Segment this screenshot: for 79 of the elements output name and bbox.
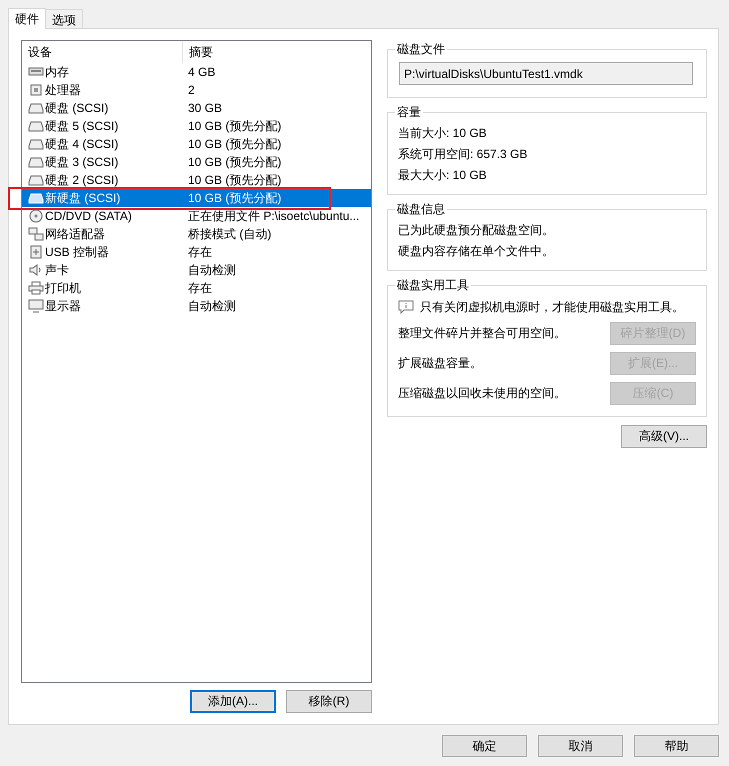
column-header[interactable]: 摘要: [183, 41, 213, 63]
device-name: 硬盘 4 (SCSI): [45, 136, 118, 152]
device-row[interactable]: CD/DVD (SATA) 正在使用文件 P:\isoetc\ubuntu...: [22, 207, 371, 225]
device-row[interactable]: 网络适配器 桥接模式 (自动): [22, 225, 371, 243]
network-icon: [28, 227, 44, 241]
capacity-text: 当前大小: 10 GB: [398, 125, 488, 142]
device-row[interactable]: 声卡 自动检测: [22, 261, 371, 279]
device-summary: 自动检测: [187, 262, 236, 278]
device-name: USB 控制器: [45, 244, 110, 260]
action-description: 整理文件碎片并整合可用空间。: [398, 324, 566, 342]
dialog-button[interactable]: 帮助: [634, 735, 719, 757]
group-title: 磁盘文件: [396, 41, 446, 58]
device-summary: 存在: [187, 244, 212, 260]
device-summary: 30 GB: [187, 101, 222, 115]
info-icon: [398, 300, 414, 314]
path-field[interactable]: P:\virtualDisks\UbuntuTest1.vmdk: [399, 62, 693, 85]
device-summary: 10 GB (预先分配): [187, 136, 282, 152]
chip-icon: [28, 83, 44, 97]
drive-icon: [28, 155, 44, 169]
group-title: 磁盘信息: [396, 201, 446, 218]
device-name: 处理器: [45, 82, 81, 98]
list-button[interactable]: 添加(A)...: [190, 690, 276, 713]
device-summary: 自动检测: [187, 298, 236, 314]
device-row[interactable]: 新硬盘 (SCSI) 10 GB (预先分配): [22, 189, 371, 207]
device-row[interactable]: 硬盘 5 (SCSI) 10 GB (预先分配): [22, 117, 371, 135]
device-row[interactable]: 打印机 存在: [22, 279, 371, 297]
device-summary: 2: [187, 83, 195, 97]
device-summary: 4 GB: [187, 65, 216, 79]
device-summary: 10 GB (预先分配): [187, 118, 282, 134]
device-summary: 10 GB (预先分配): [187, 154, 282, 170]
drive-icon: [28, 137, 44, 151]
device-row[interactable]: 硬盘 (SCSI) 30 GB: [22, 99, 371, 117]
device-name: 硬盘 (SCSI): [45, 100, 108, 116]
device-summary: 存在: [187, 280, 212, 296]
device-summary: 10 GB (预先分配): [187, 190, 282, 206]
capacity-text: 最大大小: 10 GB: [398, 167, 488, 184]
device-summary: 10 GB (预先分配): [187, 172, 282, 188]
device-name: 硬盘 2 (SCSI): [45, 172, 118, 188]
device-row[interactable]: 处理器 2: [22, 81, 371, 99]
advanced-button[interactable]: 高级(V)...: [621, 425, 707, 448]
column-header[interactable]: 设备: [22, 41, 183, 63]
drive-icon: [28, 119, 44, 133]
action-description: 扩展磁盘容量。: [398, 354, 482, 372]
device-name: 声卡: [45, 262, 69, 278]
tab[interactable]: 选项: [45, 9, 83, 28]
drive-icon: [28, 101, 44, 115]
capacity-text: 系统可用空间: 657.3 GB: [398, 146, 528, 163]
device-row[interactable]: 硬盘 2 (SCSI) 10 GB (预先分配): [22, 171, 371, 189]
drive-icon: [28, 191, 44, 205]
device-row[interactable]: 显示器 自动检测: [22, 297, 371, 315]
info-text: 硬盘内容存储在单个文件中。: [398, 243, 555, 260]
device-name: 新硬盘 (SCSI): [45, 190, 120, 206]
device-name: 打印机: [45, 280, 81, 296]
list-button[interactable]: 移除(R): [286, 690, 372, 713]
info-text: 已为此硬盘预分配磁盘空间。: [398, 222, 555, 239]
group-title: 磁盘实用工具: [396, 277, 470, 294]
notice-text: 只有关闭虚拟机电源时，才能使用磁盘实用工具。: [420, 298, 684, 316]
device-name: 显示器: [45, 298, 81, 314]
device-summary: 正在使用文件 P:\isoetc\ubuntu...: [187, 208, 360, 224]
drive-icon: [28, 173, 44, 187]
printer-icon: [28, 281, 44, 295]
device-name: 硬盘 3 (SCSI): [45, 154, 118, 170]
group-title: 容量: [396, 104, 422, 121]
device-name: 内存: [45, 64, 69, 80]
usb-icon: [28, 245, 44, 259]
tab[interactable]: 硬件: [8, 8, 46, 29]
monitor-icon: [28, 299, 44, 313]
device-name: CD/DVD (SATA): [45, 209, 132, 223]
device-name: 硬盘 5 (SCSI): [45, 118, 118, 134]
disc-icon: [28, 209, 44, 223]
device-row[interactable]: 硬盘 4 (SCSI) 10 GB (预先分配): [22, 135, 371, 153]
dialog-button[interactable]: 取消: [538, 735, 623, 757]
device-row[interactable]: 硬盘 3 (SCSI) 10 GB (预先分配): [22, 153, 371, 171]
device-summary: 桥接模式 (自动): [187, 226, 272, 242]
device-row[interactable]: 内存 4 GB: [22, 63, 371, 81]
action-description: 压缩磁盘以回收未使用的空间。: [398, 384, 566, 402]
dialog-button[interactable]: 确定: [442, 735, 527, 757]
device-row[interactable]: USB 控制器 存在: [22, 243, 371, 261]
device-name: 网络适配器: [45, 226, 105, 242]
